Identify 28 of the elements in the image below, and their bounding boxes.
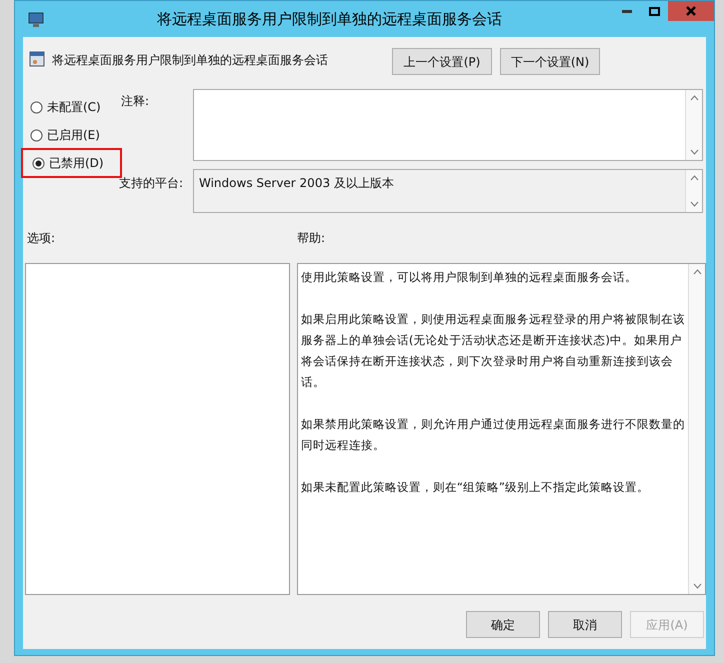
help-paragraph: 如果禁用此策略设置，则允许用户通过使用远程桌面服务进行不限数量的同时远程连接。 (300, 416, 686, 454)
help-paragraph: 如果启用此策略设置，则使用远程桌面服务远程登录的用户将被限制在该服务器上的单独会话(无论处于活动状态还是断开连接状态)中。如果用户将会话保持在断开连接状态，则下次登录时用户将自动重新连接到该会话。 (300, 311, 686, 391)
policy-name: 将远程桌面服务用户限制到单独的远程桌面服务会话 (52, 52, 329, 69)
minimize-icon (622, 10, 632, 12)
nav-button[interactable]: 上一个设置(P) (392, 48, 492, 75)
computer-icon (27, 12, 45, 28)
radio-icon (30, 128, 43, 142)
radio-option[interactable]: 已禁用(D) (21, 148, 122, 178)
dialog-button[interactable]: 确定 (466, 611, 540, 638)
platform-value: Windows Server 2003 及以上版本 (198, 175, 395, 192)
close-icon (686, 6, 696, 16)
close-button[interactable] (668, 1, 714, 21)
nav-button[interactable]: 下一个设置(N) (500, 48, 600, 75)
help-paragraph: 使用此策略设置，可以将用户限制到单独的远程桌面服务会话。 (300, 269, 638, 286)
options-label: 选项: (26, 230, 56, 247)
radio-option[interactable]: 未配置(C) (23, 93, 121, 121)
help-label: 帮助: (297, 230, 326, 247)
radio-icon (30, 100, 43, 114)
maximize-icon (648, 6, 660, 16)
comment-label: 注释: (121, 93, 150, 110)
help-paragraph: 如果未配置此策略设置，则在“组策略”级别上不指定此策略设置。 (300, 479, 650, 496)
comment-field[interactable] (193, 89, 703, 161)
radio-icon (32, 156, 45, 170)
policy-icon (29, 51, 45, 67)
radio-option[interactable]: 已启用(E) (23, 121, 121, 149)
platform-label: 支持的平台: (119, 175, 184, 192)
window-title: 将远程桌面服务用户限制到单独的远程桌面服务会话 (157, 8, 502, 30)
dialog-button[interactable]: 取消 (548, 611, 622, 638)
